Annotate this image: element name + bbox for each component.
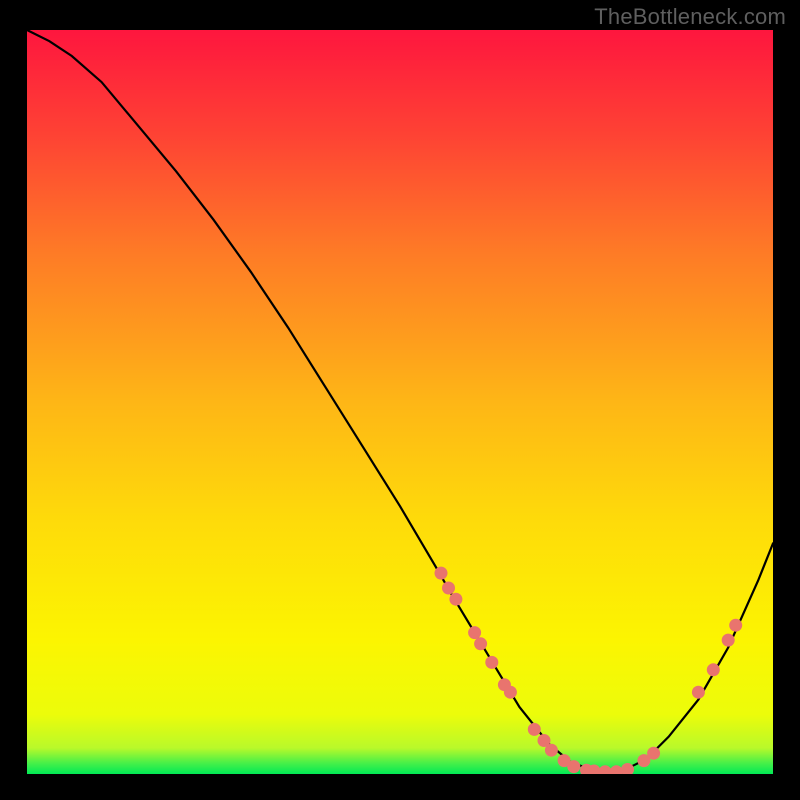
gradient-background — [27, 30, 773, 774]
data-marker — [647, 747, 660, 760]
data-marker — [722, 634, 735, 647]
data-marker — [474, 637, 487, 650]
data-marker — [442, 582, 455, 595]
data-marker — [485, 656, 498, 669]
data-marker — [692, 686, 705, 699]
data-marker — [567, 760, 580, 773]
chart-svg — [27, 30, 773, 774]
data-marker — [449, 593, 462, 606]
data-marker — [707, 663, 720, 676]
data-marker — [435, 567, 448, 580]
data-marker — [504, 686, 517, 699]
data-marker — [545, 744, 558, 757]
plot-area — [27, 30, 773, 774]
attribution-label: TheBottleneck.com — [594, 4, 786, 30]
data-marker — [729, 619, 742, 632]
data-marker — [528, 723, 541, 736]
data-marker — [468, 626, 481, 639]
chart-canvas: TheBottleneck.com — [0, 0, 800, 800]
